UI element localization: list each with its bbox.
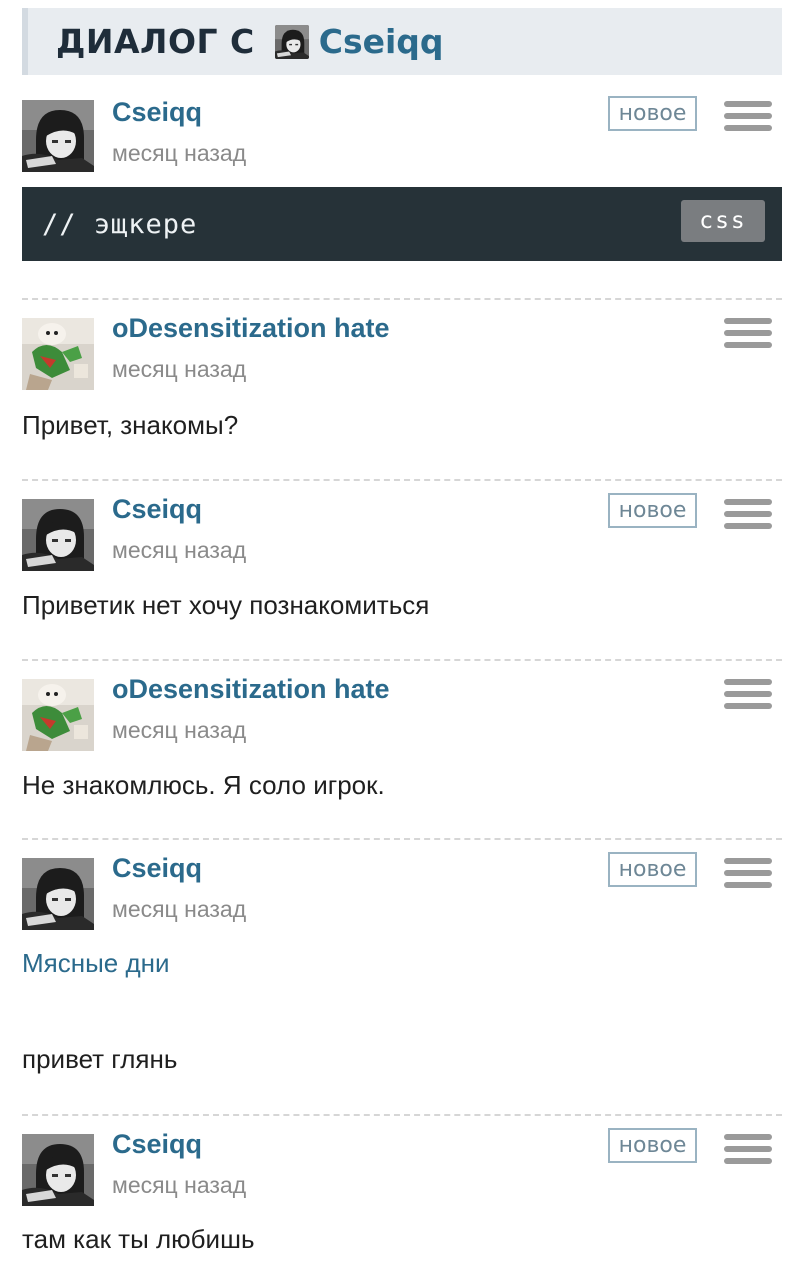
code-lang-label: css	[681, 200, 765, 242]
post-username[interactable]: Cseiqq	[112, 1129, 202, 1160]
post-time: месяц назад	[112, 1172, 247, 1198]
post-6: Cseiqq месяц назад новое там как ты люби…	[22, 1114, 782, 1274]
post-time: месяц назад	[112, 356, 247, 382]
post-menu-icon[interactable]	[724, 858, 772, 896]
post-menu-icon[interactable]	[724, 318, 772, 356]
user-avatar[interactable]	[22, 499, 94, 571]
message-text: Приветик нет хочу познакомиться	[22, 590, 430, 620]
post-time: месяц назад	[112, 537, 247, 563]
message-text: привет глянь	[22, 1044, 178, 1074]
post-username[interactable]: oDesensitization hate	[112, 313, 390, 344]
post-1: Cseiqq месяц назад новое	[22, 96, 782, 180]
user-avatar[interactable]	[22, 100, 94, 172]
header-user-avatar[interactable]	[275, 25, 309, 59]
user-avatar[interactable]	[22, 1134, 94, 1206]
message-link[interactable]: Мясные дни	[22, 948, 170, 979]
dialog-title: ДИАЛОГ С	[56, 22, 255, 61]
new-badge: новое	[608, 1128, 697, 1163]
message-text: Привет, знакомы?	[22, 410, 239, 440]
code-block: // эщкере css	[22, 187, 782, 261]
post-username[interactable]: Cseiqq	[112, 97, 202, 128]
post-username[interactable]: Cseiqq	[112, 853, 202, 884]
user-avatar[interactable]	[22, 858, 94, 930]
new-badge: новое	[608, 493, 697, 528]
dialog-header: ДИАЛОГ С Cseiqq	[22, 8, 782, 75]
post-time: месяц назад	[112, 896, 247, 922]
post-4: oDesensitization hate месяц назад Не зна…	[22, 659, 782, 819]
post-username[interactable]: Cseiqq	[112, 494, 202, 525]
post-time: месяц назад	[112, 140, 247, 166]
header-user-link[interactable]: Cseiqq	[319, 22, 444, 61]
new-badge: новое	[608, 96, 697, 131]
post-menu-icon[interactable]	[724, 101, 772, 139]
post-2: oDesensitization hate месяц назад Привет…	[22, 298, 782, 458]
post-menu-icon[interactable]	[724, 499, 772, 537]
message-text: Не знакомлюсь. Я соло игрок.	[22, 770, 385, 800]
post-menu-icon[interactable]	[724, 679, 772, 717]
post-menu-icon[interactable]	[724, 1134, 772, 1172]
user-avatar[interactable]	[22, 318, 94, 390]
new-badge: новое	[608, 852, 697, 887]
code-text: // эщкере	[42, 208, 198, 240]
message-text: там как ты любишь	[22, 1224, 255, 1254]
post-username[interactable]: oDesensitization hate	[112, 674, 390, 705]
post-3: Cseiqq месяц назад новое Приветик нет хо…	[22, 479, 782, 639]
user-avatar[interactable]	[22, 679, 94, 751]
post-time: месяц назад	[112, 717, 247, 743]
post-5: Cseiqq месяц назад новое Мясные дни прив…	[22, 838, 782, 1088]
